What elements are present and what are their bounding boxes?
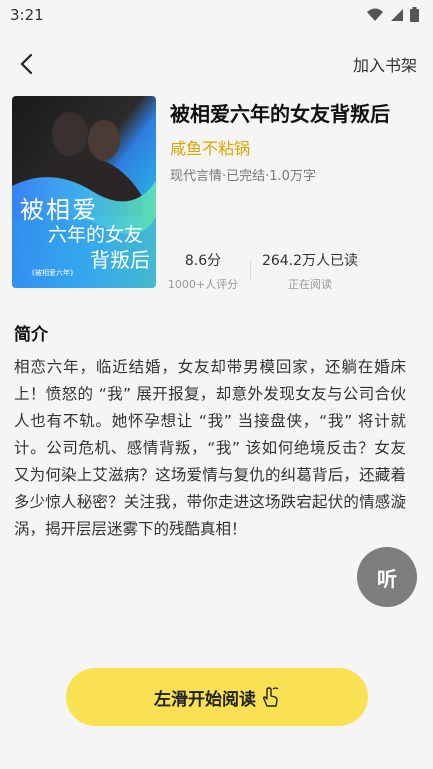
cover-small-text: 《被相爱六年》 bbox=[28, 269, 77, 277]
book-cover[interactable]: 被相爱 六年的女友 背叛后 《被相爱六年》 bbox=[12, 96, 156, 288]
readers-value: 264.2万人已读 bbox=[261, 253, 359, 269]
listen-label: 听 bbox=[377, 566, 397, 591]
intro-text: 相恋六年，临近结婚，女友却带男模回家，还躺在婚床上！愤怒的 “我” 展开报复，却… bbox=[14, 358, 406, 538]
book-meta: 现代言情·已完结·1.0万字 bbox=[170, 169, 316, 184]
rating-label: 1000+人评分 bbox=[167, 278, 239, 291]
listen-button[interactable]: 听 bbox=[357, 547, 417, 607]
cover-title-line2: 六年的女友 bbox=[48, 224, 144, 246]
back-button[interactable] bbox=[10, 48, 42, 80]
wifi-icon bbox=[367, 8, 383, 21]
cover-title-line3: 背叛后 bbox=[90, 248, 150, 272]
start-reading-label: 左滑开始阅读 bbox=[154, 689, 256, 710]
back-arrow-icon bbox=[20, 53, 33, 75]
top-bar: 加入书架 bbox=[0, 44, 433, 84]
rating-stat: 8.6分 1000+人评分 bbox=[148, 250, 258, 292]
stat-divider bbox=[250, 260, 251, 280]
status-bar: 3:21 bbox=[0, 0, 433, 30]
book-title: 被相爱六年的女友背叛后 bbox=[170, 102, 390, 126]
rating-value: 8.6分 bbox=[184, 253, 222, 269]
intro-heading: 简介 bbox=[14, 325, 48, 345]
readers-stat: 264.2万人已读 正在阅读 bbox=[255, 250, 365, 292]
swipe-hand-icon bbox=[262, 687, 279, 707]
add-to-shelf-button[interactable]: 加入书架 bbox=[353, 52, 417, 76]
start-reading-button[interactable]: 左滑开始阅读 bbox=[66, 668, 368, 726]
battery-icon bbox=[410, 7, 419, 22]
signal-icon bbox=[391, 8, 403, 21]
status-time: 3:21 bbox=[10, 6, 44, 24]
status-icons bbox=[366, 7, 419, 22]
book-author[interactable]: 咸鱼不粘锅 bbox=[170, 135, 250, 159]
readers-label: 正在阅读 bbox=[288, 278, 332, 291]
